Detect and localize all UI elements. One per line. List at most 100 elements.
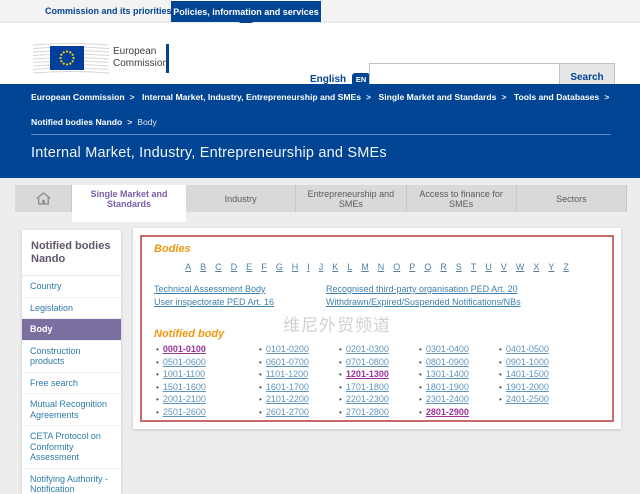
alphabet-letter[interactable]: T	[471, 262, 477, 272]
link-recognised-third-party[interactable]: Recognised third-party organisation PED …	[326, 284, 518, 294]
sidebar-item[interactable]: Mutual Recognition Agreements	[22, 394, 121, 426]
alphabet-letter[interactable]: M	[361, 262, 369, 272]
list-item: 0601-0700	[259, 357, 339, 367]
range-link[interactable]: 2201-2300	[346, 394, 389, 404]
alphabet-letter[interactable]: K	[332, 262, 338, 272]
range-link[interactable]: 1401-1500	[506, 369, 549, 379]
alphabet-letter[interactable]: I	[307, 262, 310, 272]
chevron-right-icon: >	[366, 92, 372, 102]
range-link[interactable]: 1501-1600	[163, 382, 206, 392]
range-link[interactable]: 0901-1000	[506, 357, 549, 367]
range-link[interactable]: 0101-0200	[266, 344, 309, 354]
logo-divider	[166, 44, 169, 73]
sidebar-item[interactable]: Construction products	[22, 341, 121, 373]
alphabet-letter[interactable]: O	[393, 262, 400, 272]
sidebar-item[interactable]: Legislation	[22, 298, 121, 319]
range-link[interactable]: 0801-0900	[426, 357, 469, 367]
alphabet-letter[interactable]: V	[501, 262, 507, 272]
alphabet-letter[interactable]: Y	[548, 262, 554, 272]
sidebar-item[interactable]: Notifying Authority - Notification proce…	[22, 469, 121, 494]
link-user-inspectorate[interactable]: User inspectorate PED Art. 16	[154, 297, 274, 307]
breadcrumb-link[interactable]: European Commission	[31, 92, 125, 102]
nav-tab[interactable]: Sectors	[517, 185, 627, 212]
bodies-box: Bodies A B C D E F G H I J K L M N O P Q…	[140, 235, 614, 422]
range-link[interactable]: 2101-2200	[266, 394, 309, 404]
nav-tab[interactable]: Industry	[186, 185, 297, 212]
range-link[interactable]: 0001-0100	[163, 344, 206, 354]
nav-tab[interactable]: Access to finance for SMEs	[407, 185, 517, 212]
breadcrumb-link-nando[interactable]: Notified bodies Nando	[31, 117, 122, 127]
alphabet-letter[interactable]: Q	[424, 262, 431, 272]
notified-body-heading: Notified body	[154, 328, 225, 340]
alphabet-letter[interactable]: D	[231, 262, 238, 272]
range-link[interactable]: 0601-0700	[266, 357, 309, 367]
range-link[interactable]: 2801-2900	[426, 407, 469, 417]
range-link[interactable]: 0401-0500	[506, 344, 549, 354]
alphabet-letter[interactable]: U	[485, 262, 492, 272]
alphabet-letter[interactable]: N	[378, 262, 385, 272]
alphabet-letter[interactable]: C	[215, 262, 222, 272]
alphabet-letter[interactable]: W	[516, 262, 525, 272]
sidebar-item[interactable]: Free search	[22, 373, 121, 394]
sidebar-item[interactable]: Body	[22, 319, 121, 341]
range-link[interactable]: 2001-2100	[163, 394, 206, 404]
range-link[interactable]: 2601-2700	[266, 407, 309, 417]
range-link[interactable]: 0701-0800	[346, 357, 389, 367]
list-item: 1701-1800	[339, 382, 419, 392]
breadcrumb-link[interactable]: Single Market and Standards	[378, 92, 496, 102]
range-link[interactable]: 1201-1300	[346, 369, 389, 379]
alphabet-letter[interactable]: P	[409, 262, 415, 272]
range-link[interactable]: 2501-2600	[163, 407, 206, 417]
range-link[interactable]: 2301-2400	[426, 394, 469, 404]
nav-tab-label: Single Market and Standards	[90, 188, 168, 209]
list-item: 1101-1200	[259, 369, 339, 379]
sidebar-item[interactable]: Country	[22, 276, 121, 298]
alphabet-letter[interactable]: R	[440, 262, 447, 272]
range-link[interactable]: 2701-2800	[346, 407, 389, 417]
range-link[interactable]: 0201-0300	[346, 344, 389, 354]
range-link[interactable]: 2401-2500	[506, 394, 549, 404]
language-link[interactable]: English	[310, 74, 346, 85]
alphabet-letter[interactable]: E	[246, 262, 252, 272]
range-link[interactable]: 1101-1200	[266, 369, 308, 379]
link-technical-assessment-body[interactable]: Technical Assessment Body	[154, 284, 266, 294]
alphabet-letter[interactable]: S	[456, 262, 462, 272]
range-link[interactable]: 1701-1800	[346, 382, 389, 392]
alphabet-letter[interactable]: B	[200, 262, 206, 272]
range-link[interactable]: 1301-1400	[426, 369, 469, 379]
range-link[interactable]: 1001-1100	[163, 369, 205, 379]
breadcrumb-link[interactable]: Tools and Databases	[514, 92, 599, 102]
alphabet-letter[interactable]: L	[347, 262, 352, 272]
range-link[interactable]: 1901-2000	[506, 382, 549, 392]
range-link[interactable]: 1601-1700	[266, 382, 309, 392]
list-item: 1901-2000	[499, 382, 612, 392]
breadcrumb-item: Tools and Databases >	[514, 92, 614, 102]
range-link[interactable]: 0501-0600	[163, 357, 206, 367]
alphabet-letter[interactable]: F	[261, 262, 267, 272]
quick-links: Technical Assessment Body Recognised thi…	[154, 284, 612, 307]
alphabet-letter[interactable]: Z	[563, 262, 569, 272]
alphabet-letter[interactable]: X	[533, 262, 539, 272]
sidebar-item[interactable]: CETA Protocol on Conformity Assessment	[22, 426, 121, 469]
alphabet-letter[interactable]: H	[292, 262, 299, 272]
link-withdrawn-expired[interactable]: Withdrawn/Expired/Suspended Notification…	[326, 297, 521, 307]
alphabet-letter[interactable]: G	[276, 262, 283, 272]
home-tab[interactable]	[15, 185, 72, 212]
list-item: 2301-2400	[419, 394, 499, 404]
sidebar-title: Notified bodies Nando	[22, 230, 121, 276]
range-link[interactable]: 0301-0400	[426, 344, 469, 354]
topbar-link-commission-priorities[interactable]: Commission and its priorities	[45, 0, 172, 22]
alphabet-letter[interactable]: A	[185, 262, 191, 272]
nav-tab[interactable]: Single Market and Standards	[72, 185, 186, 222]
range-link[interactable]: 1801-1900	[426, 382, 469, 392]
list-item: 0301-0400	[419, 344, 499, 354]
list-item: 2001-2100	[156, 394, 259, 404]
notified-body-ranges: 0001-0100 0101-0200 0201-0300 0301-0400 …	[156, 344, 612, 417]
list-item: 1201-1300	[339, 369, 419, 379]
alphabet-letter[interactable]: J	[319, 262, 324, 272]
breadcrumb-link[interactable]: Internal Market, Industry, Entrepreneurs…	[142, 92, 361, 102]
topbar-tab-policies[interactable]: Policies, information and services	[171, 1, 321, 22]
nav-tab[interactable]: Entrepreneurship and SMEs	[296, 185, 407, 212]
list-item: 0101-0200	[259, 344, 339, 354]
ec-logo[interactable]: European Commission	[33, 40, 173, 76]
